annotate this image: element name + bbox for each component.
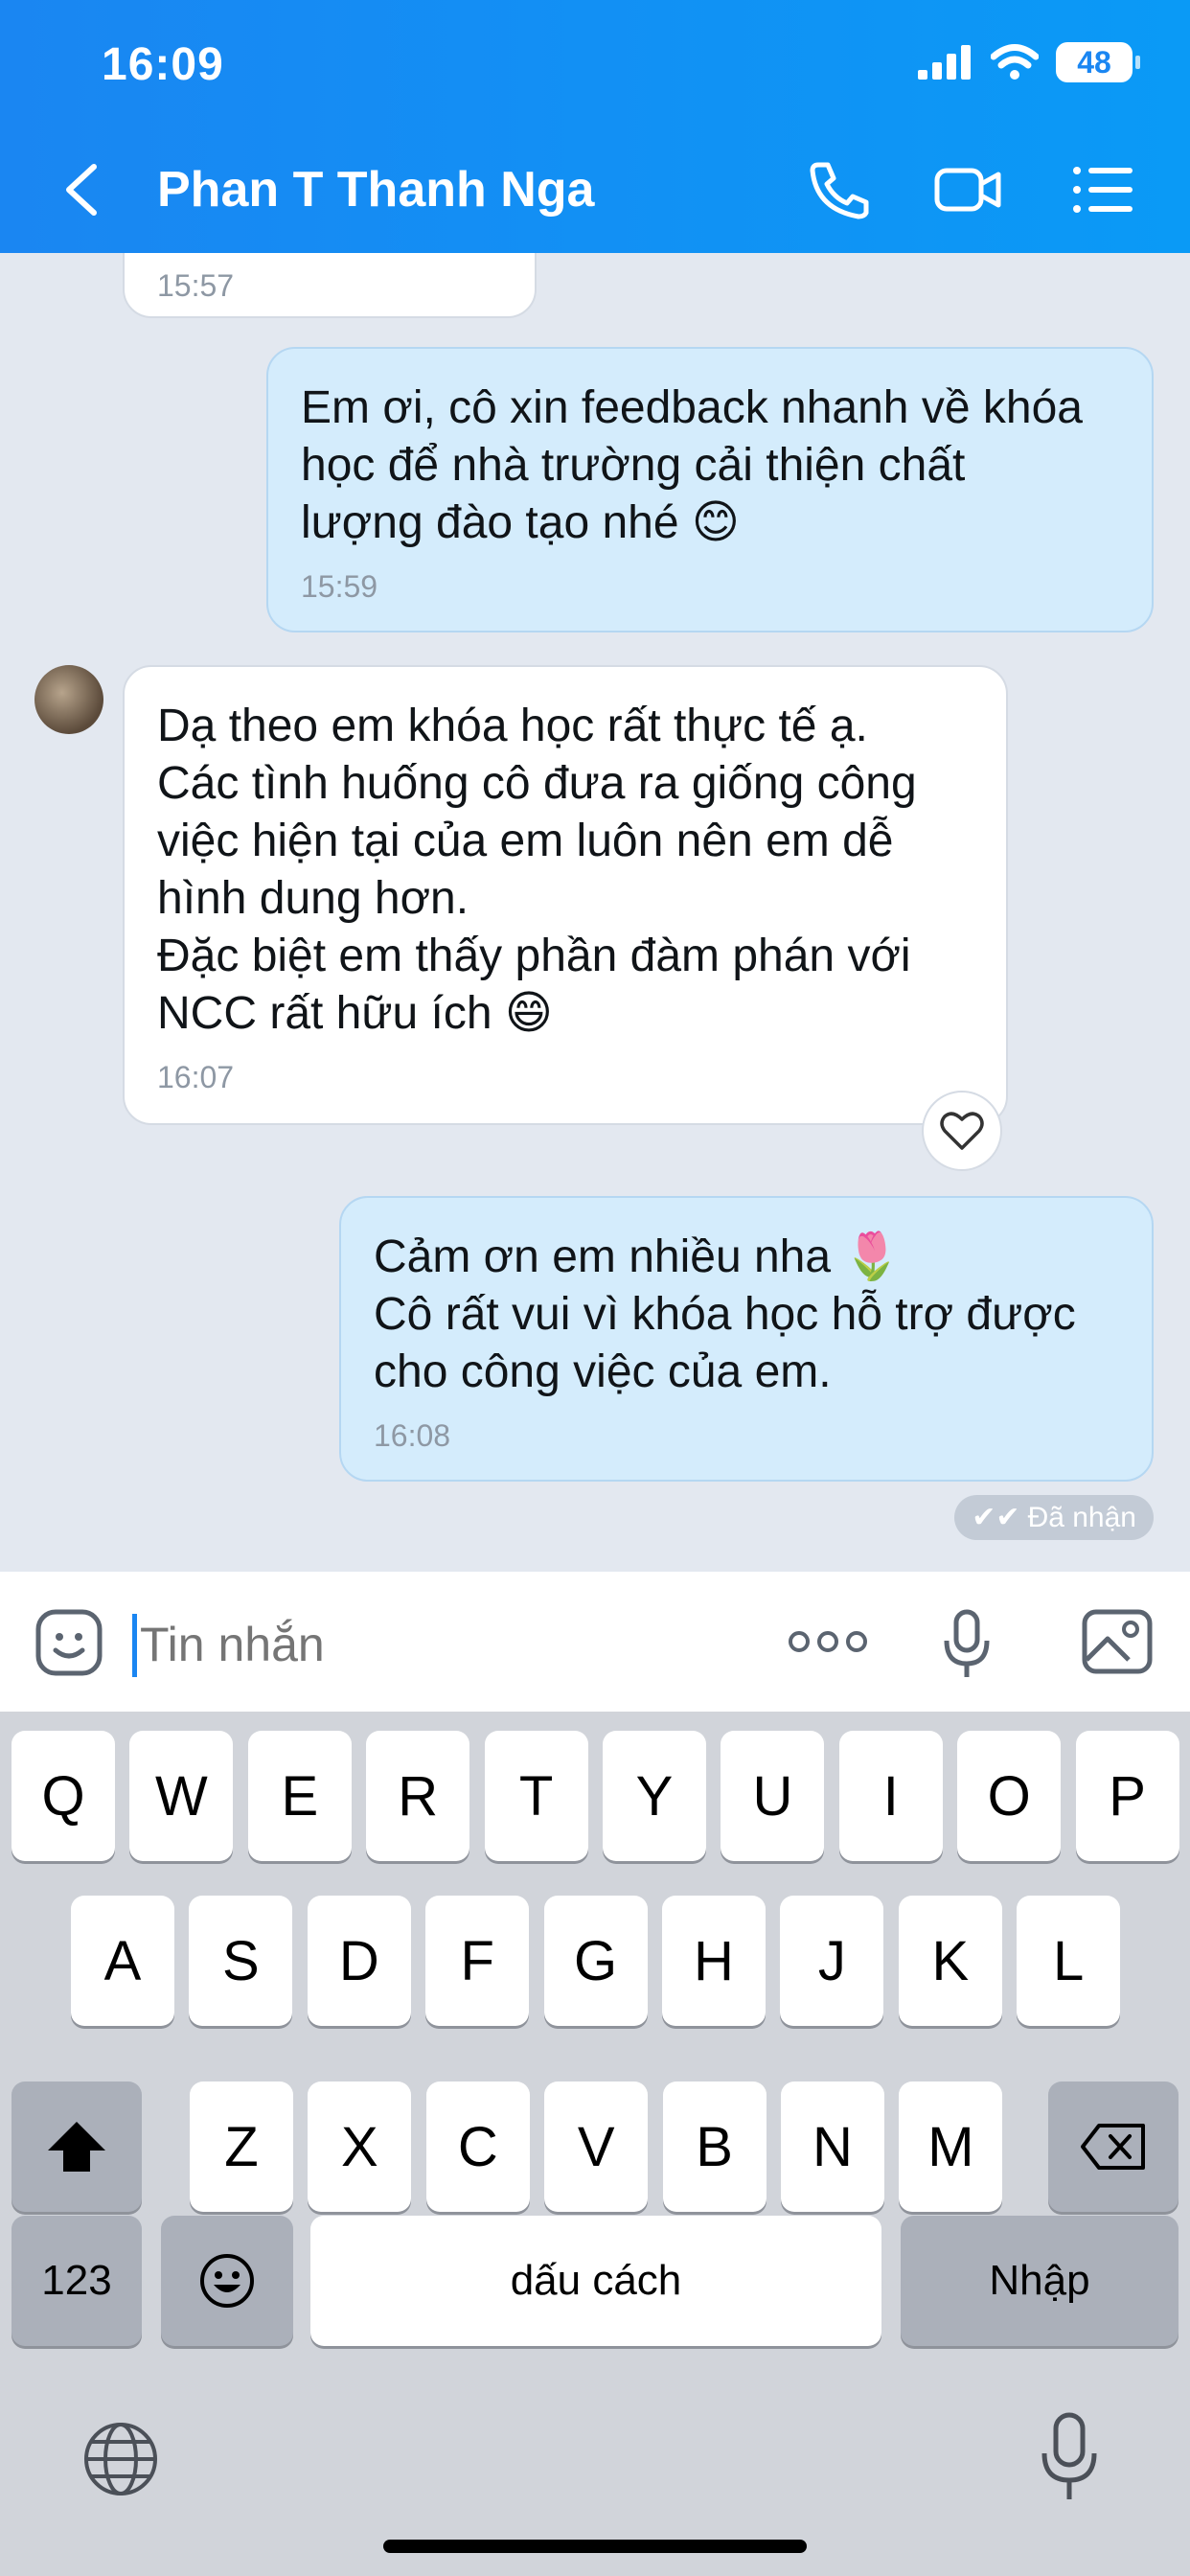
key-v[interactable]: V <box>544 2082 649 2212</box>
key-g[interactable]: G <box>543 1896 648 2026</box>
key-b[interactable]: B <box>662 2082 767 2212</box>
outgoing-message-bubble[interactable]: Em ơi, cô xin feedback nhanh về khóa học… <box>266 347 1154 632</box>
home-indicator[interactable] <box>383 2540 807 2553</box>
key-c[interactable]: C <box>425 2082 530 2212</box>
key-r[interactable]: R <box>366 1731 470 1861</box>
key-w[interactable]: W <box>129 1731 234 1861</box>
key-q[interactable]: Q <box>11 1731 115 1861</box>
key-d[interactable]: D <box>307 1896 411 2026</box>
sticker-icon[interactable] <box>34 1608 103 1677</box>
status-time: 16:09 <box>102 39 224 90</box>
image-gallery-icon[interactable] <box>1081 1608 1154 1675</box>
text-cursor <box>132 1614 137 1677</box>
message-text: Cảm ơn em nhiều nha 🌷 Cô rất vui vì khóa… <box>374 1231 1076 1397</box>
key-n[interactable]: N <box>781 2082 884 2212</box>
key-p[interactable]: P <box>1075 1731 1179 1861</box>
more-options-icon[interactable] <box>788 1625 868 1658</box>
emoji-smile-icon <box>200 2254 254 2308</box>
key-x[interactable]: X <box>308 2082 412 2212</box>
heart-icon <box>940 1112 984 1150</box>
key-u[interactable]: U <box>721 1731 825 1861</box>
return-key[interactable]: Nhập <box>901 2216 1179 2346</box>
key-a[interactable]: A <box>71 1896 174 2026</box>
phone-icon[interactable] <box>805 159 874 220</box>
backspace-icon <box>1081 2124 1145 2170</box>
video-call-icon[interactable] <box>933 159 1002 220</box>
dictation-mic-icon[interactable] <box>1039 2411 1100 2503</box>
message-time: 15:57 <box>157 268 235 303</box>
emoji-key[interactable] <box>161 2216 293 2346</box>
key-m[interactable]: M <box>899 2082 1003 2212</box>
message-time: 15:59 <box>301 569 378 604</box>
chat-header: 16:09 48 Phan T Thanh Nga <box>0 0 1190 253</box>
double-check-icon: ✔✔ <box>972 1502 1020 1533</box>
battery-indicator: 48 <box>1056 42 1140 82</box>
keyboard: QWERTYUIOP ASDFGHJKL ZXCVBNM 123 dấu các… <box>0 1712 1190 2576</box>
key-t[interactable]: T <box>484 1731 588 1861</box>
key-l[interactable]: L <box>1017 1896 1121 2026</box>
delivery-status-text: Đã nhận <box>1027 1501 1136 1533</box>
contact-name[interactable]: Phan T Thanh Nga <box>157 161 594 218</box>
delivery-status-badge: ✔✔ Đã nhận <box>954 1495 1154 1540</box>
incoming-message-bubble[interactable]: Dạ theo em khóa học rất thực tế ạ. Các t… <box>123 665 1008 1125</box>
backspace-key[interactable] <box>1048 2082 1179 2212</box>
signal-icon <box>918 45 971 80</box>
key-e[interactable]: E <box>247 1731 352 1861</box>
message-text: Em ơi, cô xin feedback nhanh về khóa học… <box>301 382 1083 548</box>
message-input-bar <box>0 1572 1190 1712</box>
message-time: 16:07 <box>157 1060 235 1094</box>
status-icons: 48 <box>918 42 1140 82</box>
space-key[interactable]: dấu cách <box>310 2216 881 2346</box>
message-time: 16:08 <box>374 1418 451 1453</box>
outgoing-message-bubble[interactable]: Cảm ơn em nhiều nha 🌷 Cô rất vui vì khóa… <box>339 1196 1154 1482</box>
message-text: Dạ theo em khóa học rất thực tế ạ. Các t… <box>157 701 917 1039</box>
incoming-message-bubble[interactable]: 15:57 <box>123 253 537 318</box>
menu-list-icon[interactable] <box>1069 159 1138 220</box>
avatar[interactable] <box>34 665 103 734</box>
key-h[interactable]: H <box>662 1896 766 2026</box>
key-j[interactable]: J <box>780 1896 884 2026</box>
key-i[interactable]: I <box>838 1731 943 1861</box>
wifi-icon <box>991 44 1039 80</box>
message-input[interactable] <box>140 1610 753 1679</box>
numbers-key[interactable]: 123 <box>11 2216 142 2346</box>
shift-arrow-icon <box>48 2122 105 2172</box>
voice-message-icon[interactable] <box>941 1608 995 1681</box>
shift-key[interactable] <box>11 2082 142 2212</box>
globe-icon[interactable] <box>82 2421 159 2497</box>
key-s[interactable]: S <box>189 1896 293 2026</box>
key-z[interactable]: Z <box>190 2082 293 2212</box>
react-heart-button[interactable] <box>922 1091 1002 1171</box>
key-y[interactable]: Y <box>603 1731 706 1861</box>
key-f[interactable]: F <box>425 1896 530 2026</box>
key-k[interactable]: K <box>898 1896 1002 2026</box>
back-arrow-icon[interactable] <box>57 161 107 218</box>
message-list[interactable]: 15:57 Em ơi, cô xin feedback nhanh về kh… <box>0 253 1190 1572</box>
key-o[interactable]: O <box>957 1731 1062 1861</box>
